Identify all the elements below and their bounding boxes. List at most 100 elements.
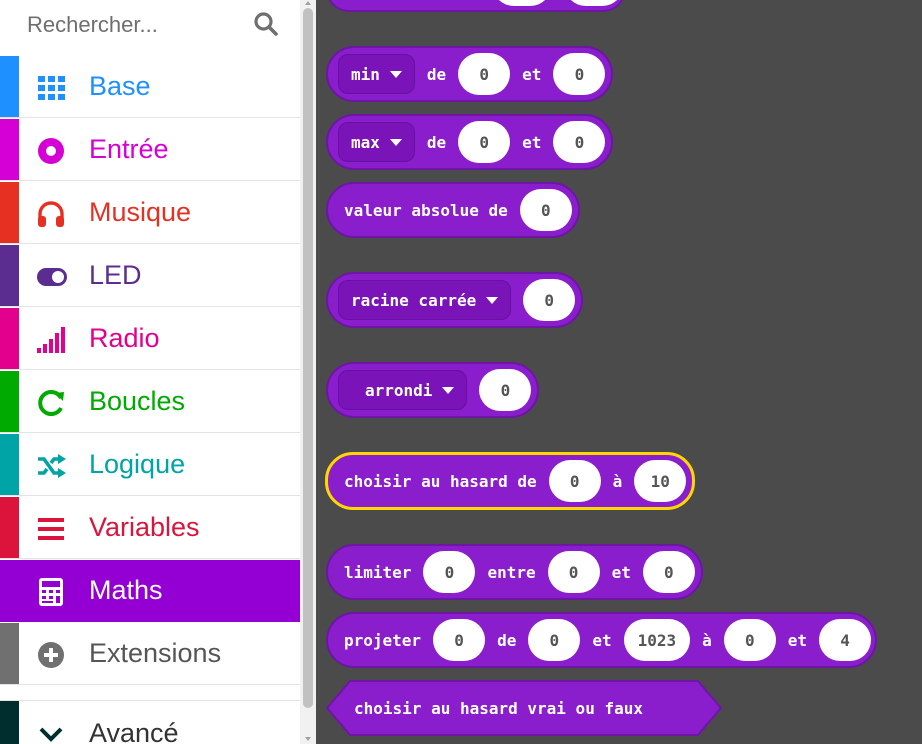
number-input[interactable]: 0 [547, 551, 600, 593]
category-advanced[interactable]: Avancé [0, 700, 300, 744]
block-max[interactable]: max de 0 et 0 [326, 114, 614, 170]
category-music[interactable]: Musique [0, 182, 300, 244]
block-random-number[interactable]: choisir au hasard de 0 à 10 [325, 452, 696, 510]
category-stripe [0, 434, 19, 495]
category-label: Base [89, 71, 151, 101]
scrollbar-thumb[interactable] [303, 8, 313, 708]
category-stripe [0, 245, 19, 306]
category-label: Radio [89, 323, 160, 353]
block-sqrt[interactable]: racine carrée 0 [326, 272, 584, 328]
number-input[interactable]: 0 [548, 460, 601, 502]
operator-dropdown[interactable]: arrondi [338, 370, 468, 410]
category-label: Musique [89, 197, 192, 227]
number-input[interactable]: 0 [458, 53, 511, 95]
number-input[interactable]: 10 [634, 460, 687, 502]
category-stripe [0, 701, 19, 744]
number-input[interactable]: 0 [479, 369, 532, 411]
category-label: Maths [89, 575, 163, 605]
block-label: valeur absolue de [344, 200, 508, 220]
block-label: projeter [344, 630, 422, 650]
number-input[interactable]: 0 [523, 279, 576, 321]
block-label: limiter [344, 562, 412, 582]
toolbox-scrollbar[interactable] [300, 0, 316, 744]
category-label: Extensions [89, 638, 222, 668]
dropdown-label: min [351, 64, 380, 84]
number-input[interactable] [492, 0, 552, 6]
category-stripe [0, 308, 19, 369]
number-input[interactable]: 0 [433, 619, 486, 661]
category-radio[interactable]: Radio [0, 308, 300, 370]
caret-down-icon [486, 296, 499, 304]
shuffle-icon [38, 454, 66, 478]
operator-dropdown[interactable]: max [338, 122, 415, 162]
headphones-icon [38, 201, 64, 227]
block-label: de [497, 630, 517, 650]
operator-dropdown[interactable]: racine carrée [338, 280, 512, 320]
number-input[interactable]: 0 [458, 121, 511, 163]
category-label: Avancé [89, 718, 179, 744]
scroll-up-icon[interactable] [305, 1, 311, 5]
category-label: Variables [89, 512, 200, 542]
plus-circle-icon [38, 642, 64, 668]
number-input[interactable]: 0 [519, 189, 572, 231]
block-label: de [426, 64, 447, 84]
block-label: de [426, 132, 447, 152]
category-maths[interactable]: Maths [0, 560, 300, 622]
number-input[interactable] [564, 0, 624, 6]
block-label: et [522, 64, 542, 84]
category-stripe [0, 371, 19, 432]
number-input[interactable]: 0 [642, 551, 695, 593]
block-partial-top[interactable] [326, 0, 626, 12]
block-label: choisir au hasard vrai ou faux [354, 698, 643, 718]
block-constrain[interactable]: limiter 0 entre 0 et 0 [326, 544, 703, 600]
category-extensions[interactable]: Extensions [0, 623, 300, 685]
number-input[interactable]: 4 [819, 619, 872, 661]
operator-dropdown[interactable]: min [338, 54, 415, 94]
number-input[interactable]: 0 [528, 619, 581, 661]
calculator-icon [39, 578, 63, 606]
category-label: LED [89, 260, 142, 290]
category-logic[interactable]: Logique [0, 434, 300, 496]
number-input[interactable]: 0 [723, 619, 776, 661]
category-label: Entrée [89, 134, 169, 164]
block-label: et [611, 562, 631, 582]
caret-down-icon [389, 138, 402, 146]
category-label: Boucles [89, 386, 186, 416]
block-label: à [612, 471, 623, 491]
toolbox: Base Entrée Musique LED [0, 0, 300, 744]
category-stripe [0, 623, 19, 684]
category-led[interactable]: LED [0, 245, 300, 307]
grid-icon [38, 76, 65, 100]
block-round[interactable]: arrondi 0 [326, 362, 540, 418]
category-base[interactable]: Base [0, 56, 300, 118]
category-stripe [0, 119, 19, 180]
block-min[interactable]: min de 0 et 0 [326, 46, 614, 102]
scroll-down-icon[interactable] [305, 737, 311, 741]
block-label: et [787, 630, 808, 650]
category-label: Logique [89, 449, 186, 479]
block-random-boolean[interactable]: choisir au hasard vrai ou faux [326, 680, 722, 736]
caret-down-icon [442, 386, 455, 394]
number-input[interactable]: 0 [553, 121, 606, 163]
block-label: à [702, 630, 712, 650]
category-input[interactable]: Entrée [0, 119, 300, 181]
refresh-icon [38, 390, 64, 416]
block-label: entre [487, 562, 536, 582]
category-stripe [0, 560, 19, 621]
category-variables[interactable]: Variables [0, 497, 300, 559]
number-input[interactable]: 0 [423, 551, 476, 593]
block-label: choisir au hasard de [344, 471, 537, 491]
chevron-down-icon [39, 727, 63, 742]
search-icon[interactable] [252, 10, 280, 38]
block-label: et [592, 630, 612, 650]
category-loops[interactable]: Boucles [0, 371, 300, 433]
block-map[interactable]: projeter 0 de 0 et 1023 à 0 et 4 [326, 612, 878, 668]
category-stripe [0, 56, 19, 117]
caret-down-icon [389, 70, 402, 78]
toggle-icon [37, 268, 67, 286]
blocks-flyout: min de 0 et 0 max de 0 et 0 valeur absol… [316, 0, 922, 744]
block-abs[interactable]: valeur absolue de 0 [326, 182, 580, 238]
number-input[interactable]: 1023 [623, 619, 691, 661]
dropdown-label: max [351, 132, 380, 152]
number-input[interactable]: 0 [553, 53, 606, 95]
